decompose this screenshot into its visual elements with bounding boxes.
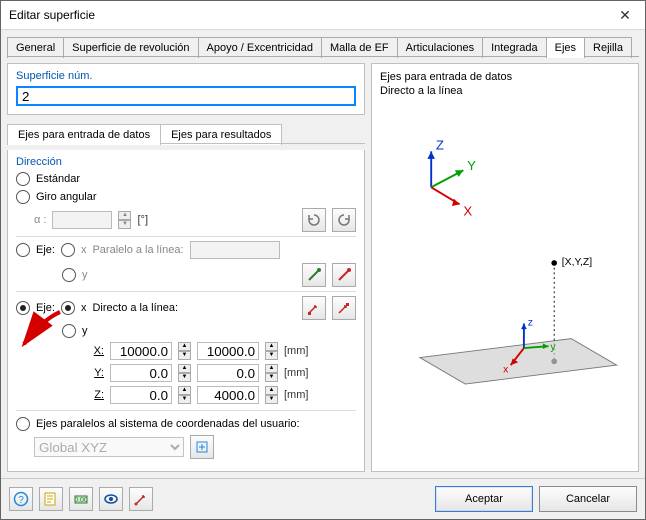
left-panel: Superficie núm. Ejes para entrada de dat… <box>7 63 365 472</box>
rotate-ccw-icon[interactable] <box>332 208 356 232</box>
tab-support[interactable]: Apoyo / Excentricidad <box>198 37 322 58</box>
label-axis-2: Eje: <box>36 302 55 314</box>
coord-x-label: X: <box>90 345 104 357</box>
z1-spinner[interactable]: ▲▼ <box>178 386 191 404</box>
label-standard: Estándar <box>36 173 80 185</box>
svg-text:[X,Y,Z]: [X,Y,Z] <box>562 257 593 268</box>
radio-standard[interactable] <box>16 172 30 186</box>
svg-text:Z: Z <box>436 137 444 152</box>
help-icon[interactable]: ? <box>9 487 33 511</box>
label-direct-x: x <box>81 302 87 314</box>
coord-z-label: Z: <box>90 389 104 401</box>
z1-input[interactable] <box>110 386 172 404</box>
y-unit: [mm] <box>284 367 308 379</box>
titlebar: Editar superficie ✕ <box>1 1 645 30</box>
x2-input[interactable] <box>197 342 259 360</box>
radio-ucs[interactable] <box>16 417 30 431</box>
rotate-cw-icon[interactable] <box>302 208 326 232</box>
label-direct: Directo a la línea: <box>92 302 178 314</box>
ucs-edit-icon[interactable] <box>190 435 214 459</box>
radio-angular[interactable] <box>16 190 30 204</box>
ucs-combo: Global XYZ <box>34 437 184 457</box>
tab-grid[interactable]: Rejilla <box>584 37 632 58</box>
y2-input[interactable] <box>197 364 259 382</box>
svg-text:x: x <box>503 365 509 376</box>
radio-parallel-y[interactable] <box>62 268 76 282</box>
radio-direct-x[interactable] <box>61 301 75 315</box>
alpha-unit: [°] <box>137 214 148 226</box>
dialog-window: Editar superficie ✕ General Superficie d… <box>0 0 646 520</box>
pick-point2-icon[interactable] <box>332 296 356 320</box>
z-unit: [mm] <box>284 389 308 401</box>
z2-spinner[interactable]: ▲▼ <box>265 386 278 404</box>
dialog-body: Superficie núm. Ejes para entrada de dat… <box>1 57 645 478</box>
svg-text:0.00: 0.00 <box>74 497 88 504</box>
view-icon[interactable] <box>99 487 123 511</box>
parallel-line-input <box>190 241 280 259</box>
svg-text:X: X <box>463 204 472 219</box>
tab-revolution[interactable]: Superficie de revolución <box>63 37 198 58</box>
main-tabs: General Superficie de revolución Apoyo /… <box>1 30 645 57</box>
label-ucs: Ejes paralelos al sistema de coordenadas… <box>36 418 300 430</box>
ok-button[interactable]: Aceptar <box>435 486 533 512</box>
label-parallel-x: x <box>81 244 87 256</box>
alpha-label: α : <box>34 214 46 226</box>
label-angular: Giro angular <box>36 191 97 203</box>
preview-panel: Ejes para entrada de datos Directo a la … <box>371 63 639 472</box>
x1-spinner[interactable]: ▲▼ <box>178 342 191 360</box>
preview-line1: Ejes para entrada de datos <box>380 70 630 84</box>
surface-number-title: Superficie núm. <box>16 70 356 82</box>
radio-parallel[interactable] <box>16 243 30 257</box>
y2-spinner[interactable]: ▲▼ <box>265 364 278 382</box>
tab-hinges[interactable]: Articulaciones <box>397 37 483 58</box>
label-parallel: Paralelo a la línea: <box>92 244 183 256</box>
direction-group: Dirección Estándar Giro angular α : <box>7 150 365 472</box>
x2-spinner[interactable]: ▲▼ <box>265 342 278 360</box>
x1-input[interactable] <box>110 342 172 360</box>
svg-text:Y: Y <box>467 158 476 173</box>
tab-fe-mesh[interactable]: Malla de EF <box>321 37 398 58</box>
preview-line2: Directo a la línea <box>380 84 630 98</box>
label-axis-1: Eje: <box>36 244 55 256</box>
svg-text:y: y <box>550 342 556 353</box>
tab-integrated[interactable]: Integrada <box>482 37 546 58</box>
coord-y-label: Y: <box>90 367 104 379</box>
radio-direct-y[interactable] <box>62 324 76 338</box>
subtab-input-axes[interactable]: Ejes para entrada de datos <box>7 124 161 145</box>
alpha-spinner: ▲▼ <box>118 211 131 229</box>
y1-spinner[interactable]: ▲▼ <box>178 364 191 382</box>
cancel-button[interactable]: Cancelar <box>539 486 637 512</box>
pick-line-icon[interactable] <box>302 263 326 287</box>
subtab-result-axes[interactable]: Ejes para resultados <box>160 124 282 145</box>
pick-line-alt-icon[interactable] <box>332 263 356 287</box>
y1-input[interactable] <box>110 364 172 382</box>
window-title: Editar superficie <box>1 8 605 22</box>
close-button[interactable]: ✕ <box>605 1 645 29</box>
tab-general[interactable]: General <box>7 37 64 58</box>
radio-parallel-x[interactable] <box>61 243 75 257</box>
pick-icon[interactable] <box>129 487 153 511</box>
surface-number-group: Superficie núm. <box>7 63 365 115</box>
tab-axes[interactable]: Ejes <box>546 37 585 58</box>
svg-text:z: z <box>528 317 533 328</box>
dialog-footer: ? 0.00 Aceptar Cancelar <box>1 478 645 519</box>
x-unit: [mm] <box>284 345 308 357</box>
preview-3d: Z Y X [X,Y,Z] z y x <box>382 104 628 464</box>
units-icon[interactable]: 0.00 <box>69 487 93 511</box>
radio-direct[interactable] <box>16 301 30 315</box>
pick-point1-icon[interactable] <box>302 296 326 320</box>
svg-text:?: ? <box>18 495 24 506</box>
label-parallel-y: y <box>82 269 88 281</box>
label-direct-y: y <box>82 325 88 337</box>
note-icon[interactable] <box>39 487 63 511</box>
subtab-row: Ejes para entrada de datos Ejes para res… <box>7 123 365 144</box>
z2-input[interactable] <box>197 386 259 404</box>
direction-title: Dirección <box>16 156 356 168</box>
surface-number-input[interactable] <box>16 86 356 106</box>
alpha-input <box>52 211 112 229</box>
